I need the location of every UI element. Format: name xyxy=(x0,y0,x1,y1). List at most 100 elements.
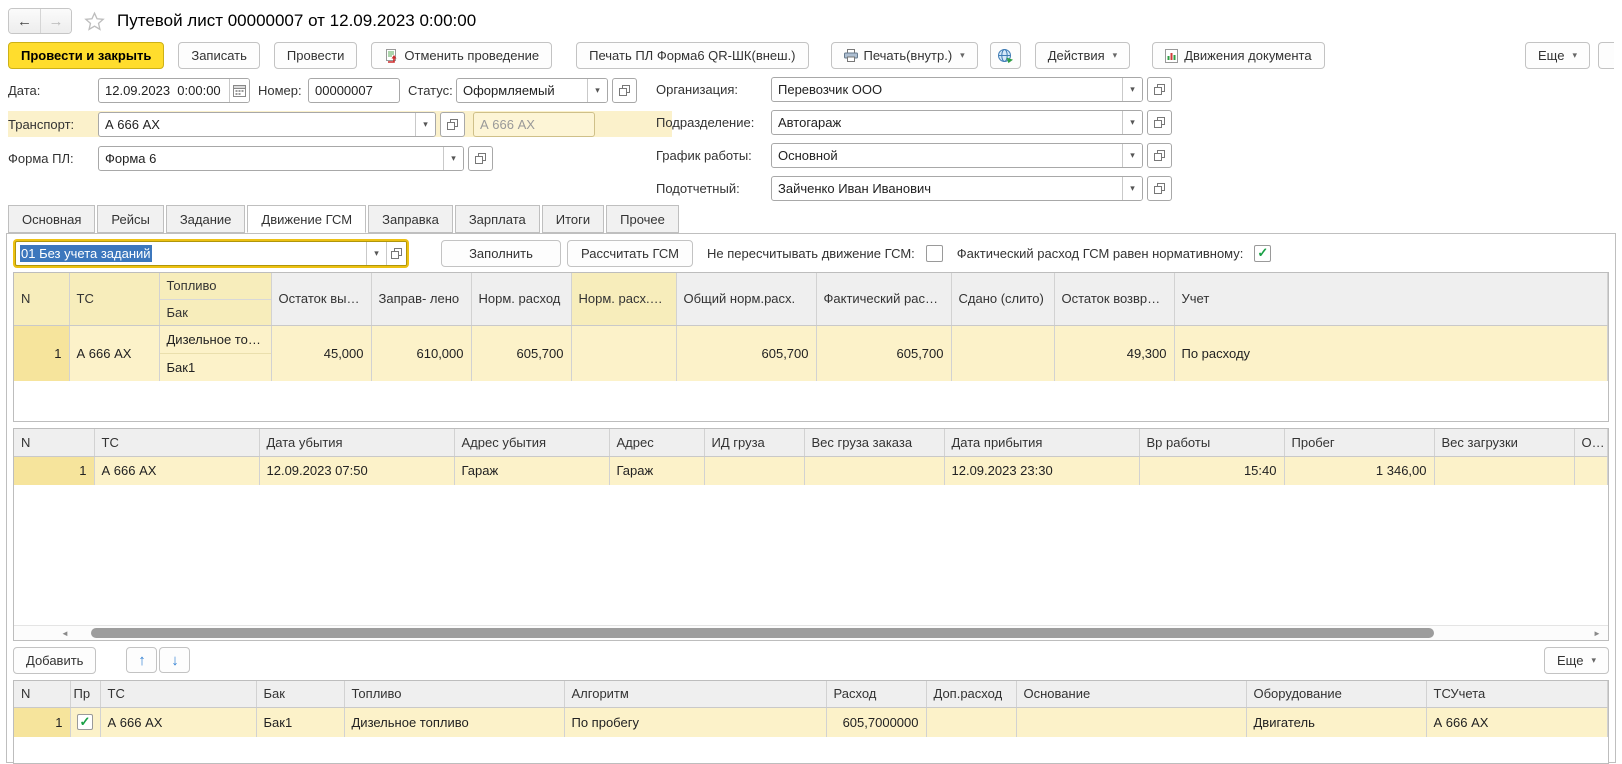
chevron-down-icon[interactable]: ▾ xyxy=(1122,78,1142,101)
cell-load-weight[interactable] xyxy=(1434,456,1574,485)
algorithm-value[interactable]: 01 Без учета заданий xyxy=(16,246,366,261)
cell-ts[interactable]: А 666 АХ xyxy=(100,707,256,737)
print-external-button[interactable]: Печать ПЛ Форма6 QR-ШК(внеш.) xyxy=(576,42,808,69)
organization-input[interactable] xyxy=(772,78,1122,101)
cell-accounting[interactable]: По расходу xyxy=(1174,325,1608,381)
cell-arrival-date[interactable]: 12.09.2023 23:30 xyxy=(944,456,1139,485)
tab-reisy[interactable]: Рейсы xyxy=(97,205,163,233)
scroll-right-icon[interactable]: ► xyxy=(1589,629,1605,638)
chevron-down-icon[interactable]: ▾ xyxy=(1122,144,1142,167)
cell-fuel[interactable]: Дизельное топливо xyxy=(344,707,564,737)
tab-prochee[interactable]: Прочее xyxy=(606,205,679,233)
chevron-down-icon[interactable]: ▾ xyxy=(443,147,463,170)
scrollbar-thumb[interactable] xyxy=(91,628,1434,638)
status-open-icon[interactable] xyxy=(612,78,637,103)
scrollbar-track[interactable] xyxy=(73,628,1589,638)
calc-gsm-button[interactable]: Рассчитать ГСМ xyxy=(567,240,693,267)
cell-departure-address[interactable]: Гараж xyxy=(454,456,609,485)
column-header[interactable]: Оборудование xyxy=(1246,681,1426,707)
column-header[interactable]: Бак xyxy=(256,681,344,707)
column-header[interactable]: ТС xyxy=(100,681,256,707)
form-pl-input[interactable] xyxy=(99,147,443,170)
cell-ts-account[interactable]: А 666 АХ xyxy=(1426,707,1608,737)
cell-drained[interactable] xyxy=(951,325,1054,381)
column-header[interactable]: Вр работы xyxy=(1139,429,1284,456)
column-header[interactable]: Алгоритм xyxy=(564,681,826,707)
cell-volume[interactable] xyxy=(1574,456,1608,485)
form-pl-open-icon[interactable] xyxy=(468,146,493,171)
tab-itogi[interactable]: Итоги xyxy=(542,205,604,233)
cell-n[interactable]: 1 xyxy=(14,325,69,381)
column-header[interactable]: ТСУчета xyxy=(1426,681,1608,707)
column-header[interactable]: Топливо xyxy=(344,681,564,707)
move-down-button[interactable]: ↓ xyxy=(159,647,190,673)
cancel-posting-button[interactable]: Отменить проведение xyxy=(371,42,552,69)
write-button[interactable]: Записать xyxy=(178,42,260,69)
status-input[interactable] xyxy=(457,79,587,102)
cell-rest-return[interactable]: 49,300 xyxy=(1054,325,1174,381)
forward-icon[interactable]: → xyxy=(40,9,71,33)
organization-open-icon[interactable] xyxy=(1147,77,1172,102)
column-header[interactable]: Пробег xyxy=(1284,429,1434,456)
column-header-fuel[interactable]: Топливо xyxy=(159,273,271,299)
column-header-rest-return[interactable]: Остаток возвращ. xyxy=(1054,273,1174,325)
back-icon[interactable]: ← xyxy=(9,9,40,33)
column-header[interactable]: Объ xyxy=(1574,429,1608,456)
cell-algorithm[interactable]: По пробегу xyxy=(564,707,826,737)
fact-equals-norm-checkbox[interactable]: ✓ xyxy=(1254,245,1271,262)
cell-fuel[interactable]: Дизельное топ... xyxy=(159,325,271,353)
cell-rest-out[interactable]: 45,000 xyxy=(271,325,371,381)
column-header[interactable]: Пр xyxy=(70,681,100,707)
add-button[interactable]: Добавить xyxy=(13,647,96,674)
schedule-open-icon[interactable] xyxy=(1147,143,1172,168)
chevron-down-icon[interactable]: ▾ xyxy=(415,113,435,136)
column-header[interactable]: N xyxy=(14,429,94,456)
scroll-left-icon[interactable]: ◄ xyxy=(57,629,73,638)
more-button-bottom[interactable]: Еще ▾ xyxy=(1544,647,1609,674)
chevron-down-icon[interactable]: ▾ xyxy=(366,242,386,265)
column-header-accounting[interactable]: Учет xyxy=(1174,273,1608,325)
column-header[interactable]: Основание xyxy=(1016,681,1246,707)
cell-consumption[interactable]: 605,7000000 xyxy=(826,707,926,737)
cell-basis[interactable] xyxy=(1016,707,1246,737)
cell-add-consumption[interactable] xyxy=(926,707,1016,737)
cell-n[interactable]: 1 xyxy=(14,456,94,485)
column-header[interactable]: Адрес убытия xyxy=(454,429,609,456)
column-header[interactable]: Вес груза заказа xyxy=(804,429,944,456)
cell-n[interactable]: 1 xyxy=(14,707,70,737)
column-header[interactable]: Доп.расход xyxy=(926,681,1016,707)
column-header-n[interactable]: N xyxy=(14,273,69,325)
cell-norm-add[interactable] xyxy=(571,325,676,381)
column-header-drained[interactable]: Сдано (слито) xyxy=(951,273,1054,325)
accountable-input[interactable] xyxy=(772,177,1122,200)
column-header[interactable]: ТС xyxy=(94,429,259,456)
transport-input[interactable] xyxy=(99,113,415,136)
column-header[interactable]: Дата прибытия xyxy=(944,429,1139,456)
tab-zadanie[interactable]: Задание xyxy=(166,205,246,233)
refresh-globe-button[interactable] xyxy=(990,42,1021,69)
column-header-norm-add[interactable]: Норм. расх.доп xyxy=(571,273,676,325)
cell-cargo-id[interactable] xyxy=(704,456,804,485)
column-header-total-norm[interactable]: Общий норм.расх. xyxy=(676,273,816,325)
cell-refueled[interactable]: 610,000 xyxy=(371,325,471,381)
column-header-rest-out[interactable]: Остаток выезд xyxy=(271,273,371,325)
column-header-refueled[interactable]: Заправ- лено xyxy=(371,273,471,325)
schedule-input[interactable] xyxy=(772,144,1122,167)
date-input[interactable] xyxy=(99,79,229,102)
column-header[interactable]: ИД груза xyxy=(704,429,804,456)
number-input[interactable] xyxy=(309,79,399,102)
chevron-down-icon[interactable]: ▾ xyxy=(1122,177,1142,200)
column-header[interactable]: Дата убытия xyxy=(259,429,454,456)
column-header-tank[interactable]: Бак xyxy=(159,299,271,325)
actions-button[interactable]: Действия ▾ xyxy=(1035,42,1131,69)
tab-dvizhenie-gsm[interactable]: Движение ГСМ xyxy=(247,205,366,233)
chevron-down-icon[interactable]: ▾ xyxy=(587,79,607,102)
favorite-star-icon[interactable] xyxy=(84,11,105,32)
accountable-open-icon[interactable] xyxy=(1147,176,1172,201)
subdivision-open-icon[interactable] xyxy=(1147,110,1172,135)
column-header[interactable]: Адрес xyxy=(609,429,704,456)
column-header[interactable]: Расход xyxy=(826,681,926,707)
fill-button[interactable]: Заполнить xyxy=(441,240,561,267)
row-checkbox[interactable]: ✓ xyxy=(77,714,93,730)
cell-departure-date[interactable]: 12.09.2023 07:50 xyxy=(259,456,454,485)
